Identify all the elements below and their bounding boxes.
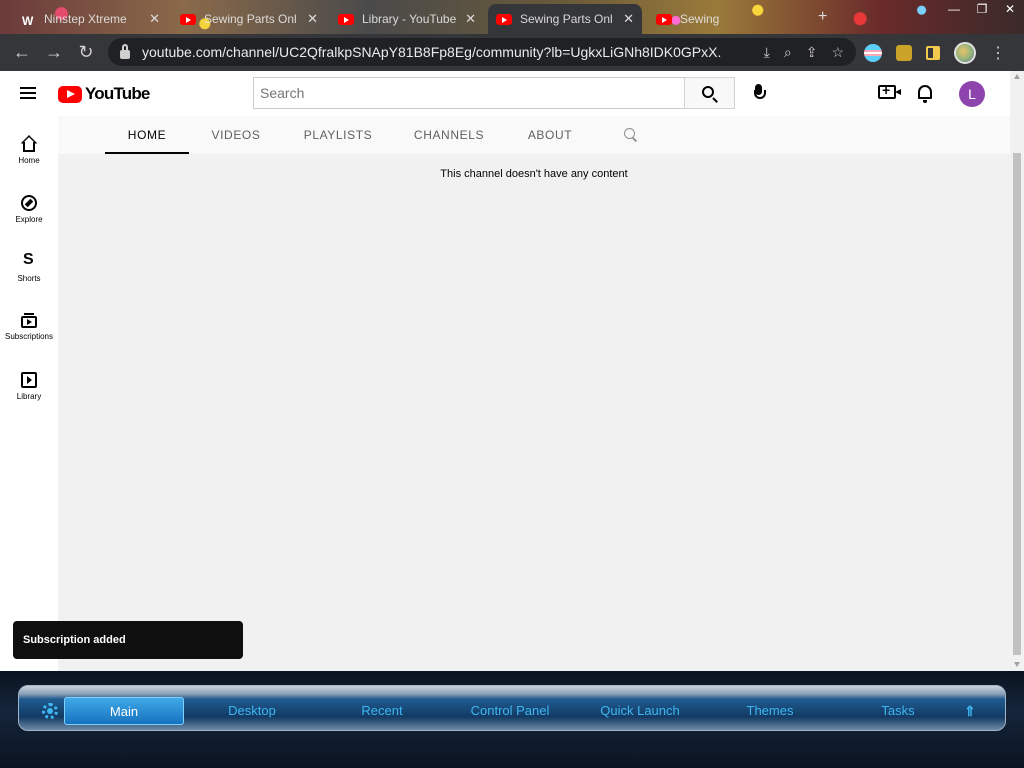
mini-guide-sidebar: Home Explore Shorts Subscriptions Librar… bbox=[0, 116, 58, 671]
microphone-icon[interactable] bbox=[748, 84, 768, 104]
search-icon bbox=[702, 85, 714, 98]
youtube-page: YouTube L Home Explore Shorts Subscripti… bbox=[0, 71, 1024, 671]
page-scrollbar[interactable] bbox=[1010, 71, 1024, 671]
sidebar-item-explore[interactable]: Explore bbox=[0, 185, 58, 235]
dock-item-desktop[interactable]: Desktop bbox=[196, 697, 308, 725]
tab-videos[interactable]: VIDEOS bbox=[198, 116, 274, 154]
close-icon[interactable]: ✕ bbox=[149, 11, 160, 27]
tab-ninstep[interactable]: W Ninstep Xtreme ✕ bbox=[14, 4, 168, 34]
home-icon bbox=[23, 142, 35, 152]
subscription-toast: Subscription added bbox=[13, 621, 243, 659]
library-icon bbox=[21, 372, 37, 388]
avatar[interactable]: L bbox=[959, 81, 985, 107]
extensions-puzzle-icon[interactable] bbox=[896, 44, 912, 61]
dock-bar: Main Desktop Recent Control Panel Quick … bbox=[0, 671, 1024, 768]
sidebar-item-shorts[interactable]: Shorts bbox=[0, 244, 58, 294]
close-icon[interactable]: ✕ bbox=[307, 11, 318, 27]
browser-toolbar: ← → ↻ youtube.com/channel/UC2QfralkpSNAp… bbox=[0, 34, 1024, 71]
create-video-icon[interactable] bbox=[878, 82, 901, 99]
notifications-bell-icon[interactable] bbox=[918, 85, 932, 103]
youtube-icon bbox=[496, 13, 512, 25]
window-controls: — ❐ ✕ bbox=[940, 0, 1024, 18]
tab-playlists[interactable]: PLAYLISTS bbox=[292, 116, 384, 154]
dock-item-control-panel[interactable]: Control Panel bbox=[450, 697, 570, 725]
dock-item-tasks[interactable]: Tasks bbox=[842, 697, 954, 725]
youtube-logo[interactable]: YouTube bbox=[58, 84, 150, 104]
tab-channels[interactable]: CHANNELS bbox=[404, 116, 494, 154]
address-bar[interactable]: youtube.com/channel/UC2QfralkpSNApY81B8F… bbox=[108, 38, 856, 66]
new-tab-icon[interactable]: + bbox=[818, 8, 827, 26]
zoom-icon[interactable]: ⌕ bbox=[784, 44, 792, 61]
sidebar-item-home[interactable]: Home bbox=[0, 126, 58, 176]
back-arrow-icon[interactable]: ← bbox=[6, 37, 38, 69]
youtube-icon bbox=[338, 13, 354, 25]
dock-item-quick-launch[interactable]: Quick Launch bbox=[584, 697, 696, 725]
tab-sewing-parts-1[interactable]: Sewing Parts Onl ✕ bbox=[172, 4, 326, 34]
forward-arrow-icon[interactable]: → bbox=[38, 37, 70, 69]
youtube-icon bbox=[656, 13, 672, 25]
bookmark-star-icon[interactable]: ☆ bbox=[831, 44, 844, 61]
tab-sewing-parts-active[interactable]: Sewing Parts Onl ✕ bbox=[488, 4, 642, 34]
flag-extension-icon[interactable] bbox=[864, 43, 882, 62]
shorts-icon bbox=[21, 251, 37, 270]
youtube-icon bbox=[180, 13, 196, 25]
profile-avatar-icon[interactable] bbox=[954, 41, 976, 64]
lock-icon bbox=[120, 43, 130, 59]
hamburger-menu-icon[interactable] bbox=[20, 87, 36, 99]
search-button[interactable] bbox=[684, 77, 735, 109]
share-icon[interactable]: ⇪ bbox=[806, 44, 818, 61]
channel-tabs: HOME VIDEOS PLAYLISTS CHANNELS ABOUT bbox=[58, 116, 1010, 154]
dock-item-recent[interactable]: Recent bbox=[326, 697, 438, 725]
close-icon[interactable]: ✕ bbox=[623, 11, 634, 27]
install-icon[interactable]: ⤓ bbox=[764, 44, 770, 61]
subscriptions-icon bbox=[21, 313, 37, 328]
side-panel-icon[interactable] bbox=[926, 45, 940, 60]
empty-content-message: This channel doesn't have any content bbox=[440, 168, 628, 180]
sidebar-item-subscriptions[interactable]: Subscriptions bbox=[0, 303, 58, 353]
url-text[interactable]: youtube.com/channel/UC2QfralkpSNApY81B8F… bbox=[142, 44, 722, 60]
up-arrow-icon[interactable]: ⇑ bbox=[964, 703, 976, 720]
tab-home[interactable]: HOME bbox=[105, 116, 189, 154]
scroll-down-arrow-icon[interactable] bbox=[1014, 662, 1020, 667]
close-icon[interactable]: ✕ bbox=[465, 11, 476, 27]
restore-icon[interactable]: ❐ bbox=[968, 0, 996, 18]
tab-about[interactable]: ABOUT bbox=[516, 116, 584, 154]
reload-icon[interactable]: ↻ bbox=[70, 37, 102, 69]
gear-icon[interactable] bbox=[42, 703, 58, 719]
wordpress-icon: W bbox=[22, 13, 34, 28]
window-close-icon[interactable]: ✕ bbox=[996, 0, 1024, 18]
tab-library[interactable]: Library - YouTube ✕ bbox=[330, 4, 484, 34]
dock-item-main[interactable]: Main bbox=[64, 697, 184, 725]
minimize-icon[interactable]: — bbox=[940, 0, 968, 18]
kebab-menu-icon[interactable]: ⋮ bbox=[990, 43, 1006, 63]
scroll-up-arrow-icon[interactable] bbox=[1014, 74, 1020, 79]
youtube-play-icon bbox=[58, 85, 82, 103]
channel-search-icon[interactable] bbox=[624, 128, 635, 139]
masthead: YouTube L bbox=[0, 71, 1010, 116]
explore-icon bbox=[21, 195, 37, 211]
scrollbar-thumb[interactable] bbox=[1013, 153, 1021, 655]
tab-sewing[interactable]: Sewing bbox=[648, 4, 768, 34]
sidebar-item-library[interactable]: Library bbox=[0, 362, 58, 412]
dock-item-themes[interactable]: Themes bbox=[714, 697, 826, 725]
search-input[interactable] bbox=[253, 77, 685, 109]
browser-tab-strip: W Ninstep Xtreme ✕ Sewing Parts Onl ✕ Li… bbox=[0, 0, 1024, 34]
